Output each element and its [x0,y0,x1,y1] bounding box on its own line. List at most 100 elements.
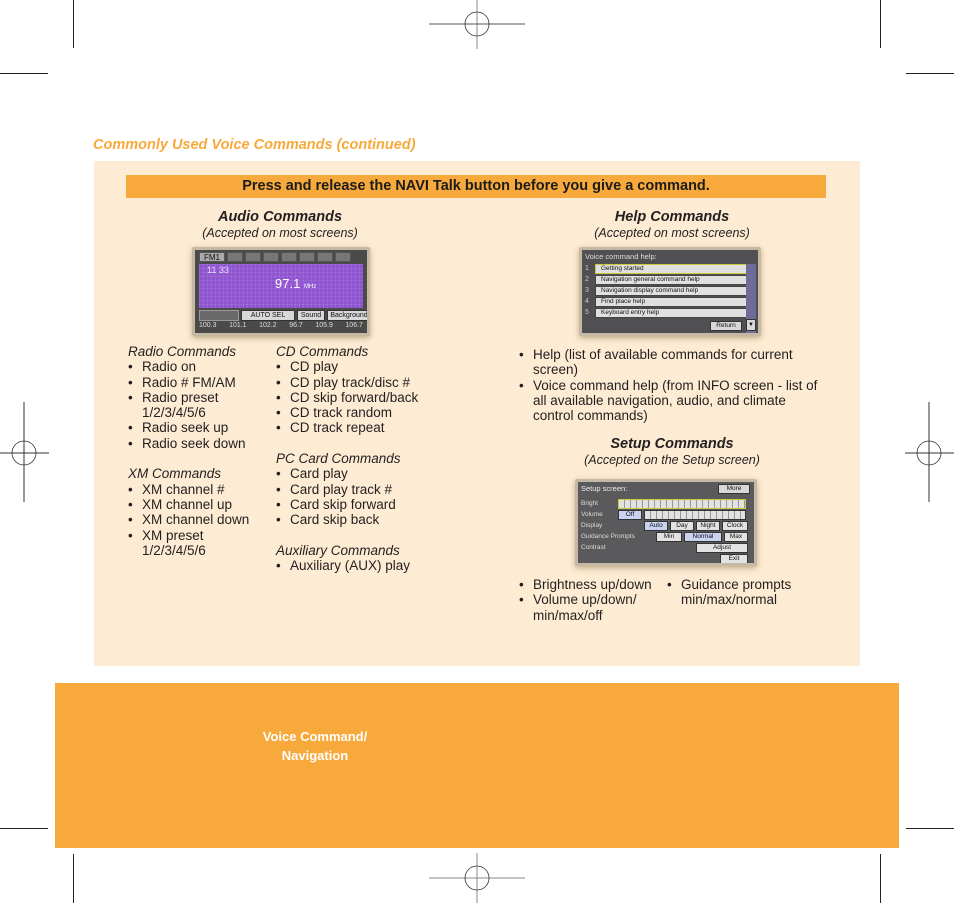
setup-header: Setup Commands (Accepted on the Setup sc… [542,436,802,467]
setup-heading: Setup Commands [610,436,734,452]
list-item: CD track repeat [276,420,451,436]
list-item: Auxiliary (AUX) play [276,558,451,574]
help-subheading: (Accepted on most screens) [594,226,750,240]
guidance-min-button: Min [656,532,682,542]
list-item: Card skip back [276,512,451,528]
help-row-number: 1 [585,265,589,272]
list-item: Card play track # [276,482,451,498]
list-item: CD play track/disc # [276,375,451,391]
help-row-label: Navigation general command help [595,275,748,285]
display-label: Display [581,522,603,529]
help-row: 1 Getting started [585,264,748,274]
list-item: Radio on [128,359,273,375]
more-button: More [718,484,750,494]
audio-subheading: (Accepted on most screens) [202,226,358,240]
scroll-down-icon: ▼ [746,319,756,331]
setup-commands-left: Brightness up/down Volume up/down/ min/m… [519,577,669,623]
help-heading: Help Commands [614,209,730,225]
pc-card-commands-list: Card play Card play track # Card skip fo… [276,466,451,527]
list-item: CD play [276,359,451,375]
list-item: Radio seek up [128,420,273,436]
chapter-tab-band: Voice Command/ Navigation [55,683,899,848]
preset: 105.9 [315,322,333,329]
audio-commands-left: Radio Commands Radio on Radio # FM/AM Ra… [128,344,273,558]
list-item: Help (list of available commands for cur… [519,347,819,378]
help-row: 4 Find place help [585,297,748,307]
list-item: Radio # FM/AM [128,375,273,391]
crop-mark [73,854,74,903]
volume-off-button: Off [618,510,642,520]
registration-mark-top [429,0,525,49]
preset: 100.3 [199,322,217,329]
xm-commands-title: XM Commands [128,466,222,482]
crop-mark [906,828,954,829]
auxiliary-commands-title: Auxiliary Commands [276,542,400,558]
radio-screen-image: FM1 11 33 97.1 MHz AUTO SEL Sound Backgr… [192,247,370,336]
crop-mark [0,828,48,829]
radio-clock: 11 33 [207,265,229,275]
preset: 101.1 [229,322,247,329]
chapter-tab-line2: Navigation [281,748,349,763]
cd-commands-title: CD Commands [276,344,369,359]
list-item: Card play [276,466,451,482]
display-auto-button: Auto [644,521,668,531]
chapter-tab-line1: Voice Command/ [262,729,368,744]
band-tab [335,252,351,262]
setup-commands-right: Guidance prompts min/max/normal [667,577,817,608]
adjust-button: Adjust [696,543,748,553]
help-row-number: 3 [585,287,589,294]
preset: 96.7 [289,322,303,329]
pc-card-commands-title: PC Card Commands [276,451,401,467]
voice-help-screen-image: Voice command help: 1 Getting started 2 … [579,247,761,336]
background-button: Background [327,310,367,321]
crop-mark [880,854,881,903]
audio-header: Audio Commands (Accepted on most screens… [150,209,410,240]
setup-screen-title: Setup screen: [581,484,628,493]
contrast-label: Contrast [581,544,606,551]
preset-list: 100.3 101.1 102.2 96.7 105.9 106.7 [199,322,363,331]
volume-slider [644,510,746,520]
frequency-unit: MHz [303,284,317,290]
list-item: Radio preset 1/2/3/4/5/6 [128,390,248,421]
crop-mark [880,0,881,48]
list-item: CD track random [276,405,451,421]
guidance-max-button: Max [724,532,748,542]
list-item: XM channel # [128,482,273,498]
audio-heading: Audio Commands [217,209,343,225]
sound-button: Sound [297,310,325,321]
list-item: Volume up/down/ min/max/off [519,592,649,623]
display-day-button: Day [670,521,694,531]
instruction-banner: Press and release the NAVI Talk button b… [126,175,826,198]
crop-mark [906,73,954,74]
help-commands-list: Help (list of available commands for cur… [519,347,819,423]
help-row-label: Keyboard entry help [595,308,748,318]
auto-sel-button: AUTO SEL [241,310,295,321]
guidance-prompts-label: Guidance Prompts [581,533,635,540]
list-item: XM channel up [128,497,273,513]
list-item: Voice command help (from INFO screen - l… [519,378,819,424]
radio-commands-title: Radio Commands [128,344,237,359]
setup-screen-image: Setup screen: More Bright Volume Off Dis… [575,479,757,566]
help-row-number: 5 [585,309,589,316]
list-item: Radio seek down [128,436,273,452]
guidance-normal-button: Normal [684,532,722,542]
list-item: XM preset 1/2/3/4/5/6 [128,528,238,559]
help-header: Help Commands (Accepted on most screens) [542,209,802,240]
commands-panel: Press and release the NAVI Talk button b… [94,161,860,666]
exit-button: Exit [720,554,748,563]
registration-mark-bottom [429,853,525,903]
help-row-number: 4 [585,298,589,305]
band-tab [299,252,315,262]
crop-mark [73,0,74,48]
seek-control [199,310,239,321]
list-item: Guidance prompts min/max/normal [667,577,797,608]
help-row-number: 2 [585,276,589,283]
audio-commands-right: CD Commands CD play CD play track/disc #… [276,344,451,574]
list-item: Brightness up/down [519,577,669,593]
registration-mark-left [0,402,49,502]
help-row: 3 Navigation display command help [585,286,748,296]
crop-mark [0,73,48,74]
return-button: Return [710,321,742,331]
setup-subheading: (Accepted on the Setup screen) [584,453,760,467]
band-tab [263,252,279,262]
